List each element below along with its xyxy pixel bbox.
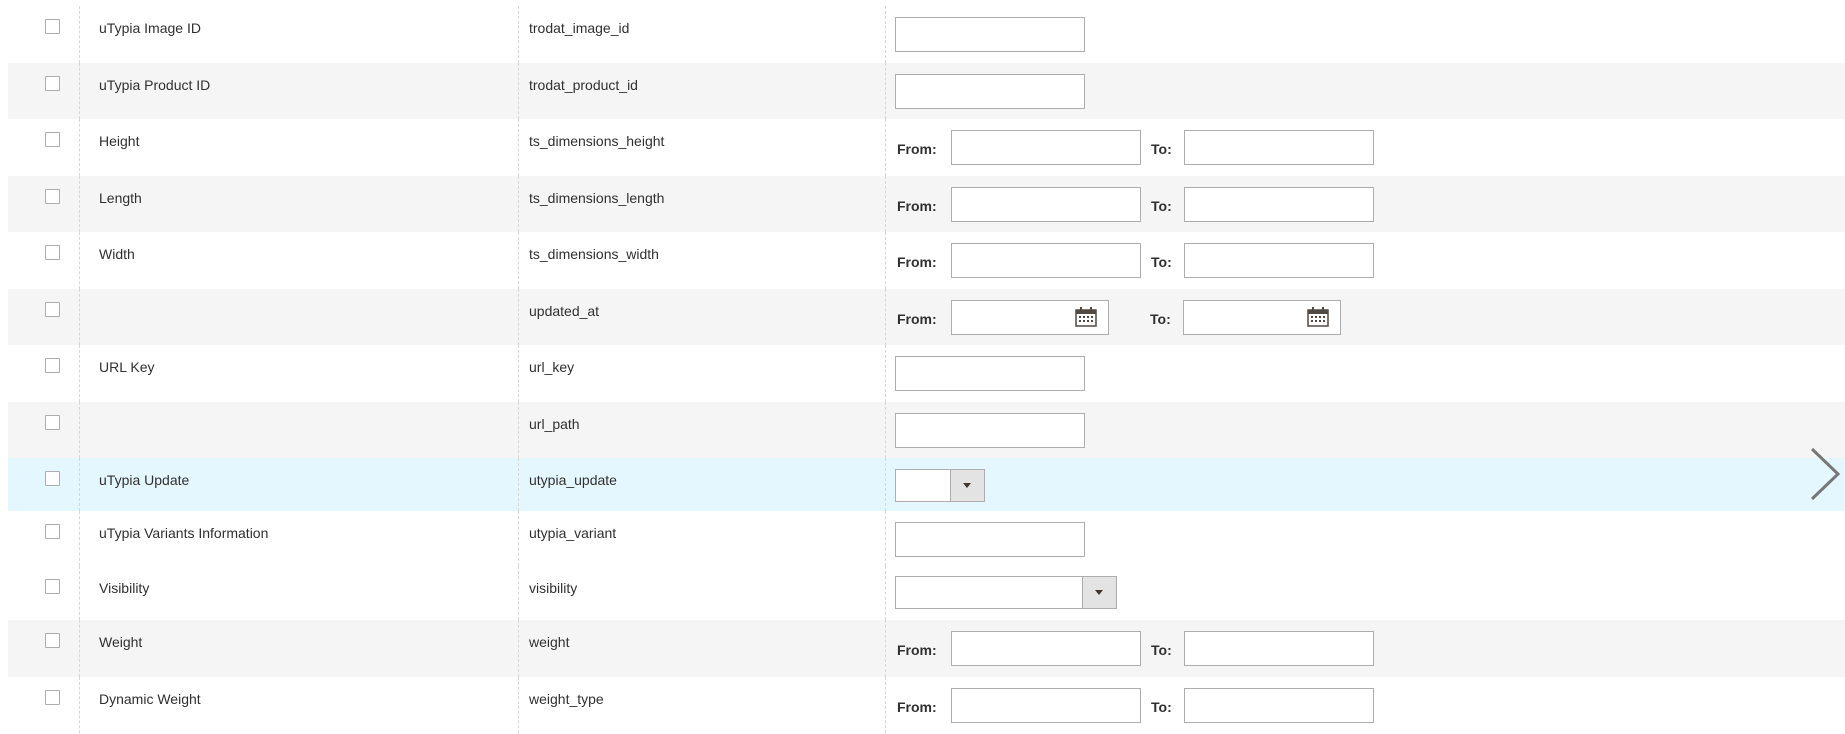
attribute-code: utypia_variant xyxy=(529,525,617,541)
attribute-label: uTypia Variants Information xyxy=(99,525,269,541)
range-from-input[interactable] xyxy=(951,688,1141,723)
from-label: From: xyxy=(897,642,937,658)
from-label: From: xyxy=(897,141,937,157)
row-checkbox[interactable] xyxy=(45,524,60,539)
to-label: To: xyxy=(1151,198,1172,214)
attribute-label: Visibility xyxy=(99,580,150,596)
attribute-label: uTypia Update xyxy=(99,472,190,488)
row-checkbox[interactable] xyxy=(45,415,60,430)
attribute-label: Height xyxy=(99,133,140,149)
table-row: Dynamic Weight weight_type From: To: xyxy=(8,677,1845,733)
table-row: Weight weight From: To: xyxy=(8,620,1845,677)
from-label: From: xyxy=(897,254,937,270)
attribute-code: trodat_product_id xyxy=(529,77,638,93)
attribute-label: Dynamic Weight xyxy=(99,691,201,707)
attribute-label: uTypia Product ID xyxy=(99,77,211,93)
to-label: To: xyxy=(1151,642,1172,658)
visibility-select[interactable] xyxy=(895,576,1117,609)
attribute-code: weight_type xyxy=(529,691,604,707)
attribute-label: URL Key xyxy=(99,359,155,375)
chevron-down-icon xyxy=(1082,577,1116,608)
row-checkbox[interactable] xyxy=(45,690,60,705)
row-checkbox[interactable] xyxy=(45,302,60,317)
attribute-label: Width xyxy=(99,246,135,262)
attribute-code: utypia_update xyxy=(529,472,617,488)
attribute-label: Weight xyxy=(99,634,143,650)
row-checkbox[interactable] xyxy=(45,358,60,373)
attribute-code: url_key xyxy=(529,359,575,375)
table-row: Height ts_dimensions_height From: To: xyxy=(8,119,1845,176)
table-row: updated_at From: To: xyxy=(8,289,1845,345)
table-row: uTypia Product ID trodat_product_id xyxy=(8,63,1845,119)
row-checkbox[interactable] xyxy=(45,19,60,34)
row-checkbox[interactable] xyxy=(45,189,60,204)
attribute-label: uTypia Image ID xyxy=(99,20,201,36)
table-row: URL Key url_key xyxy=(8,345,1845,402)
table-row: uTypia Variants Information utypia_varia… xyxy=(8,511,1845,566)
chevron-down-icon xyxy=(950,470,984,501)
filter-text-input[interactable] xyxy=(895,413,1085,448)
to-label: To: xyxy=(1151,254,1172,270)
attribute-code: updated_at xyxy=(529,303,600,319)
table-row: uTypia Update utypia_update xyxy=(8,458,1845,511)
filter-text-input[interactable] xyxy=(895,74,1085,109)
range-to-input[interactable] xyxy=(1184,688,1374,723)
attribute-code: trodat_image_id xyxy=(529,20,630,36)
filter-text-input[interactable] xyxy=(895,17,1085,52)
table-row: Width ts_dimensions_width From: To: xyxy=(8,232,1845,289)
range-from-input[interactable] xyxy=(951,130,1141,165)
attribute-label: Length xyxy=(99,190,142,206)
filter-text-input[interactable] xyxy=(895,356,1085,391)
range-from-input[interactable] xyxy=(951,187,1141,222)
range-to-input[interactable] xyxy=(1184,187,1374,222)
row-checkbox[interactable] xyxy=(45,76,60,91)
range-to-input[interactable] xyxy=(1184,243,1374,278)
calendar-icon[interactable] xyxy=(1075,307,1097,327)
attribute-code: ts_dimensions_length xyxy=(529,190,665,206)
attribute-code: weight xyxy=(529,634,570,650)
range-to-input[interactable] xyxy=(1184,631,1374,666)
row-checkbox[interactable] xyxy=(45,579,60,594)
filter-text-input[interactable] xyxy=(895,522,1085,557)
row-checkbox[interactable] xyxy=(45,132,60,147)
table-row: Visibility visibility xyxy=(8,566,1845,620)
row-checkbox[interactable] xyxy=(45,471,60,486)
from-label: From: xyxy=(897,311,937,327)
from-label: From: xyxy=(897,699,937,715)
range-from-input[interactable] xyxy=(951,631,1141,666)
to-label: To: xyxy=(1151,141,1172,157)
to-label: To: xyxy=(1150,311,1171,327)
attribute-code: url_path xyxy=(529,416,580,432)
row-checkbox[interactable] xyxy=(45,245,60,260)
calendar-icon[interactable] xyxy=(1307,307,1329,327)
attribute-grid: uTypia Image ID trodat_image_id uTypia P… xyxy=(8,6,1845,733)
from-label: From: xyxy=(897,198,937,214)
attribute-code: ts_dimensions_height xyxy=(529,133,665,149)
table-row: Length ts_dimensions_length From: To: xyxy=(8,176,1845,232)
table-row: url_path xyxy=(8,402,1845,458)
attribute-code: ts_dimensions_width xyxy=(529,246,659,262)
attribute-code: visibility xyxy=(529,580,578,596)
to-label: To: xyxy=(1151,699,1172,715)
chevron-right-icon[interactable] xyxy=(1808,446,1842,502)
table-row: uTypia Image ID trodat_image_id xyxy=(8,6,1845,63)
range-to-input[interactable] xyxy=(1184,130,1374,165)
range-from-input[interactable] xyxy=(951,243,1141,278)
filter-select[interactable] xyxy=(895,469,985,502)
row-checkbox[interactable] xyxy=(45,633,60,648)
